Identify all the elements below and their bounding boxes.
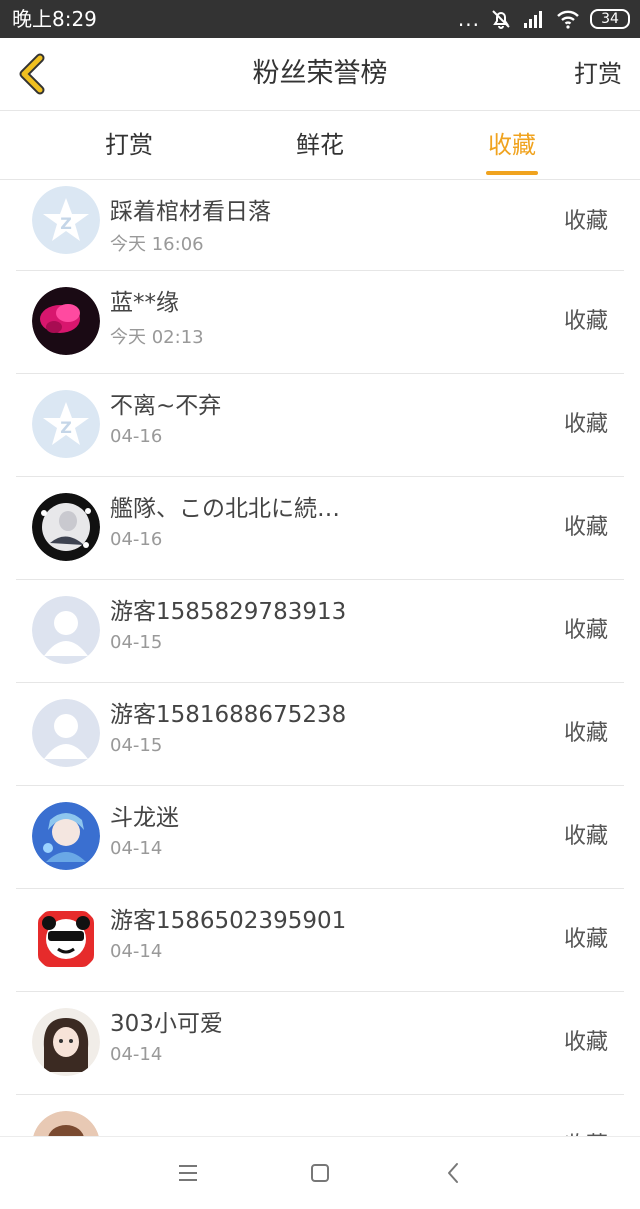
page-title: 粉丝荣誉榜	[252, 58, 388, 89]
action-label: 收藏	[563, 209, 608, 234]
action-label: 收藏	[563, 824, 608, 849]
avatar	[32, 699, 100, 767]
action-label: 收藏	[563, 412, 608, 437]
avatar	[32, 905, 100, 973]
avatar	[32, 1008, 100, 1076]
fan-date: 04-16	[110, 426, 163, 447]
avatar	[32, 287, 100, 355]
tab-label: 鲜花	[296, 131, 344, 159]
tab-flowers[interactable]: 鲜花	[240, 111, 400, 179]
avatar: Z	[32, 390, 100, 458]
list-item[interactable]: 收藏	[16, 1095, 624, 1136]
more-dots: ...	[457, 7, 480, 31]
signal-icon	[524, 11, 542, 28]
action-label: 收藏	[563, 1030, 608, 1055]
fan-date: 今天 16:06	[110, 234, 204, 255]
fan-date: 04-15	[110, 735, 163, 756]
fan-name: 踩着棺材看日落	[110, 199, 271, 225]
list-item[interactable]: Z 踩着棺材看日落 今天 16:06 收藏	[16, 180, 624, 271]
tab-reward[interactable]: 打赏	[49, 111, 209, 179]
avatar	[32, 493, 100, 561]
wifi-icon	[557, 10, 579, 29]
fan-date: 04-14	[110, 1044, 163, 1065]
fan-date: 04-15	[110, 632, 163, 653]
fan-date: 04-14	[110, 838, 163, 859]
list-item[interactable]: Z 不离~不弃 04-16 收藏	[16, 374, 624, 477]
fan-date: 04-16	[110, 529, 163, 550]
reward-header-button[interactable]: 打赏	[574, 38, 622, 110]
action-label: 收藏	[563, 618, 608, 643]
list-item[interactable]: 游客1585829783913 04-15 收藏	[16, 580, 624, 683]
fan-name: 不离~不弃	[110, 393, 222, 419]
active-tab-indicator	[486, 171, 538, 175]
menu-icon[interactable]	[170, 1155, 206, 1191]
action-label: 收藏	[563, 721, 608, 746]
status-time: 晚上8:29	[12, 7, 97, 31]
avatar	[32, 1111, 100, 1136]
list-item[interactable]: 蓝**缘 今天 02:13 收藏	[16, 271, 624, 374]
list-item[interactable]: 斗龙迷 04-14 收藏	[16, 786, 624, 889]
svg-text:Z: Z	[60, 214, 72, 233]
tab-label: 收藏	[488, 131, 536, 159]
list-item[interactable]: 艦隊、この北北に続… 04-16 收藏	[16, 477, 624, 580]
fan-name: 游客1585829783913	[110, 599, 347, 625]
avatar	[32, 802, 100, 870]
home-icon[interactable]	[302, 1155, 338, 1191]
list-item[interactable]: 游客1581688675238 04-15 收藏	[16, 683, 624, 786]
tab-bar: 打赏 鲜花 收藏	[0, 111, 640, 180]
avatar: Z	[32, 186, 100, 254]
fan-list: Z 踩着棺材看日落 今天 16:06 收藏 蓝**缘 今天 02:13 收藏 Z	[0, 180, 640, 1136]
avatar	[32, 596, 100, 664]
tab-favorites[interactable]: 收藏	[432, 111, 592, 179]
status-icons: ... 34	[458, 6, 630, 32]
action-label: 收藏	[563, 515, 608, 540]
back-button[interactable]	[10, 50, 58, 98]
list-item[interactable]: 303小可爱 04-14 收藏	[16, 992, 624, 1095]
app-header: 粉丝荣誉榜 打赏	[0, 38, 640, 111]
battery-icon: 34	[590, 9, 630, 29]
back-icon[interactable]	[436, 1155, 472, 1191]
action-label: 收藏	[564, 1095, 608, 1136]
action-label: 收藏	[563, 927, 608, 952]
status-bar: 晚上8:29 ... 34	[0, 0, 640, 38]
fan-date: 04-14	[110, 941, 163, 962]
fan-date: 今天 02:13	[110, 327, 204, 348]
fan-name: 蓝**缘	[110, 290, 179, 316]
fan-name: 艦隊、この北北に続…	[110, 496, 340, 522]
mute-bell-icon	[492, 10, 510, 29]
fan-name: 游客1581688675238	[110, 702, 347, 728]
system-nav-bar	[0, 1136, 640, 1209]
action-label: 收藏	[563, 309, 608, 334]
tab-label: 打赏	[105, 131, 153, 159]
fan-name: 303小可爱	[110, 1011, 223, 1037]
fan-name: 游客1586502395901	[110, 908, 347, 934]
svg-text:Z: Z	[60, 418, 72, 437]
list-item[interactable]: 游客1586502395901 04-14 收藏	[16, 889, 624, 992]
fan-name: 斗龙迷	[110, 805, 179, 831]
